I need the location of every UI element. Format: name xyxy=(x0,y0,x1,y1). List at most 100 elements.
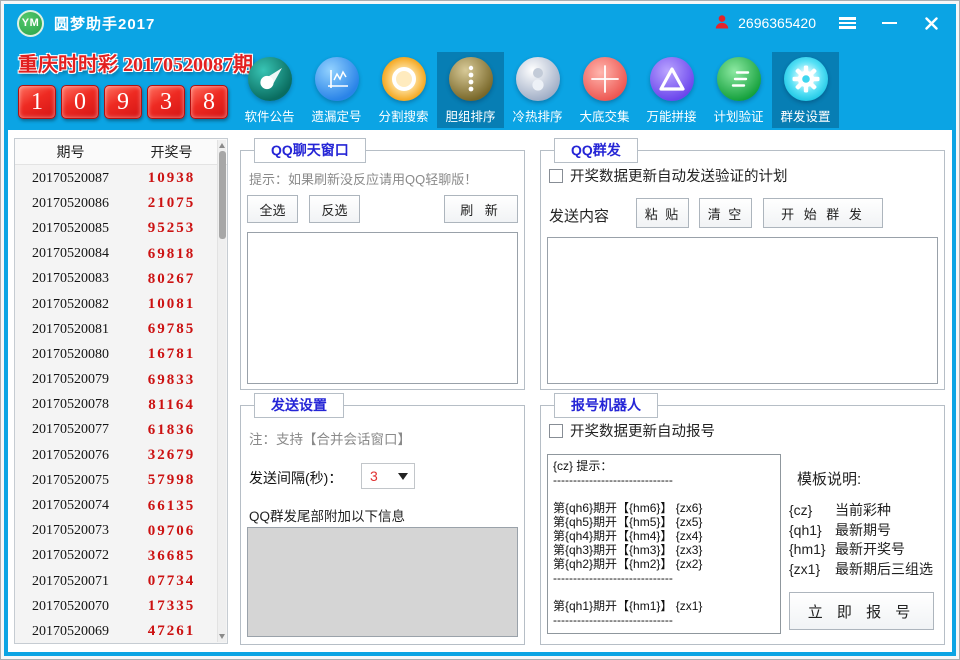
report-template-textarea[interactable]: {cz} 提示： ------------------------------ … xyxy=(547,454,781,634)
table-row[interactable]: 20170520080 16781 xyxy=(15,342,227,367)
table-scrollbar[interactable] xyxy=(217,140,226,642)
app-title: 圆梦助手2017 xyxy=(54,13,155,34)
table-row[interactable]: 20170520069 47261 xyxy=(15,619,227,643)
user-icon xyxy=(714,14,730,33)
content-area: 期号 开奖号 20170520087 10938 20170520086 210… xyxy=(8,130,952,652)
checkbox-icon[interactable] xyxy=(549,169,563,183)
table-row[interactable]: 20170520081 69785 xyxy=(15,317,227,342)
toolbar-item-group-sort[interactable]: 胆组排序 xyxy=(437,52,504,128)
table-row[interactable]: 20170520085 95253 xyxy=(15,216,227,241)
refresh-button[interactable]: 刷 新 xyxy=(444,195,518,223)
column-header-period: 期号 xyxy=(15,142,126,162)
table-row[interactable]: 20170520072 36685 xyxy=(15,544,227,569)
report-robot-panel: 报号机器人 开奖数据更新自动报号 {cz} 提示： --------------… xyxy=(540,405,945,645)
history-table-header: 期号 开奖号 xyxy=(15,139,227,165)
invert-select-button[interactable]: 反选 xyxy=(309,195,360,223)
history-number: 09706 xyxy=(126,523,217,540)
table-row[interactable]: 20170520073 09706 xyxy=(15,519,227,544)
toolbar-item-plan-verify[interactable]: 计划验证 xyxy=(705,52,772,128)
table-row[interactable]: 20170520075 57998 xyxy=(15,468,227,493)
history-period: 20170520069 xyxy=(15,624,126,640)
checkbox-icon[interactable] xyxy=(549,424,563,438)
interval-dropdown[interactable]: 3 xyxy=(361,463,415,489)
tail-info-textarea[interactable] xyxy=(247,527,518,637)
table-row[interactable]: 20170520086 21075 xyxy=(15,191,227,216)
history-number: 95253 xyxy=(126,220,217,237)
table-row[interactable]: 20170520076 32679 xyxy=(15,443,227,468)
two-balls-icon xyxy=(516,57,560,101)
history-number: 66135 xyxy=(126,498,217,515)
minimize-button[interactable] xyxy=(878,12,900,34)
interval-label: 发送间隔(秒)： xyxy=(249,470,342,486)
app-window: YM 圆梦助手2017 2696365420 重庆时时彩 20170520087… xyxy=(4,4,956,656)
table-row[interactable]: 20170520071 07734 xyxy=(15,569,227,594)
history-period: 20170520078 xyxy=(15,397,126,413)
toolbar-item-hot-cold-sort[interactable]: 冷热排序 xyxy=(504,52,571,128)
auto-send-plan-checkbox-row[interactable]: 开奖数据更新自动发送验证的计划 xyxy=(549,165,788,186)
table-row[interactable]: 20170520074 66135 xyxy=(15,493,227,518)
send-content-textarea[interactable] xyxy=(547,237,938,384)
history-number: 36685 xyxy=(126,548,217,565)
toolbar-item-split-search[interactable]: 分割搜索 xyxy=(370,52,437,128)
legend-item: {qh1}最新期号 xyxy=(789,521,933,541)
legend-item: {cz}当前彩种 xyxy=(789,501,933,521)
table-row[interactable]: 20170520087 10938 xyxy=(15,166,227,191)
title-bar: YM 圆梦助手2017 2696365420 xyxy=(4,4,956,42)
qq-group-send-panel-title: QQ群发 xyxy=(554,138,638,163)
digit-tile: 9 xyxy=(104,85,142,119)
clear-button[interactable]: 清 空 xyxy=(699,198,752,228)
legend-item: {hm1}最新开奖号 xyxy=(789,540,933,560)
history-number: 10938 xyxy=(126,170,217,187)
select-all-button[interactable]: 全选 xyxy=(247,195,298,223)
toolbar-item-omission[interactable]: 遗漏定号 xyxy=(303,52,370,128)
table-row[interactable]: 20170520077 61836 xyxy=(15,418,227,443)
history-period: 20170520080 xyxy=(15,347,126,363)
scroll-down-icon[interactable] xyxy=(219,634,225,639)
qq-chat-panel: QQ聊天窗口 提示：如果刷新没反应请用QQ轻聊版！ 全选 反选 刷 新 xyxy=(240,150,525,390)
digit-tile: 3 xyxy=(147,85,185,119)
history-number: 07734 xyxy=(126,573,217,590)
history-period: 20170520086 xyxy=(15,196,126,212)
menu-icon[interactable] xyxy=(836,12,858,34)
interval-row: 发送间隔(秒)： 3 xyxy=(249,468,342,488)
qq-window-list[interactable] xyxy=(247,232,518,384)
history-period: 20170520079 xyxy=(15,372,126,388)
auto-report-checkbox-row[interactable]: 开奖数据更新自动报号 xyxy=(549,420,715,441)
history-table: 期号 开奖号 20170520087 10938 20170520086 210… xyxy=(14,138,228,644)
history-number: 10081 xyxy=(126,296,217,313)
toolbar-item-announcement[interactable]: 软件公告 xyxy=(236,52,303,128)
history-period: 20170520074 xyxy=(15,498,126,514)
auto-report-label: 开奖数据更新自动报号 xyxy=(570,420,715,441)
toolbar-item-group-send-settings[interactable]: 群发设置 xyxy=(772,52,839,128)
toolbar-item-splice[interactable]: 万能拼接 xyxy=(638,52,705,128)
triangle-icon xyxy=(650,57,694,101)
ring-icon xyxy=(382,57,426,101)
start-group-send-button[interactable]: 开 始 群 发 xyxy=(763,198,883,228)
toolbar-item-intersection[interactable]: 大底交集 xyxy=(571,52,638,128)
history-period: 20170520076 xyxy=(15,448,126,464)
interval-value: 3 xyxy=(370,468,378,484)
table-row[interactable]: 20170520084 69818 xyxy=(15,242,227,267)
app-logo-icon: YM xyxy=(17,10,44,37)
scrollbar-thumb[interactable] xyxy=(219,151,226,239)
history-period: 20170520084 xyxy=(15,246,126,262)
template-legend: {cz}当前彩种 {qh1}最新期号 {hm1}最新开奖号 {zx1}最新期后三… xyxy=(789,501,933,579)
history-period: 20170520072 xyxy=(15,548,126,564)
user-account[interactable]: 2696365420 xyxy=(714,14,816,33)
toolbar: 软件公告 遗漏定号 分割搜索 胆组排序 xyxy=(236,52,839,128)
table-row[interactable]: 20170520079 69833 xyxy=(15,368,227,393)
close-button[interactable] xyxy=(920,12,942,34)
table-row[interactable]: 20170520082 10081 xyxy=(15,292,227,317)
history-number: 81164 xyxy=(126,397,217,414)
column-header-number: 开奖号 xyxy=(126,142,217,162)
report-now-button[interactable]: 立 即 报 号 xyxy=(789,592,934,630)
scroll-up-icon[interactable] xyxy=(219,143,225,148)
history-number: 47261 xyxy=(126,623,217,640)
merge-session-note: 注：支持【合并会话窗口】 xyxy=(249,428,411,448)
auto-send-plan-label: 开奖数据更新自动发送验证的计划 xyxy=(570,165,788,186)
paste-button[interactable]: 粘 贴 xyxy=(636,198,689,228)
table-row[interactable]: 20170520070 17335 xyxy=(15,594,227,619)
table-row[interactable]: 20170520083 80267 xyxy=(15,267,227,292)
lottery-title: 重庆时时彩 20170520087期 xyxy=(18,48,253,77)
table-row[interactable]: 20170520078 81164 xyxy=(15,393,227,418)
